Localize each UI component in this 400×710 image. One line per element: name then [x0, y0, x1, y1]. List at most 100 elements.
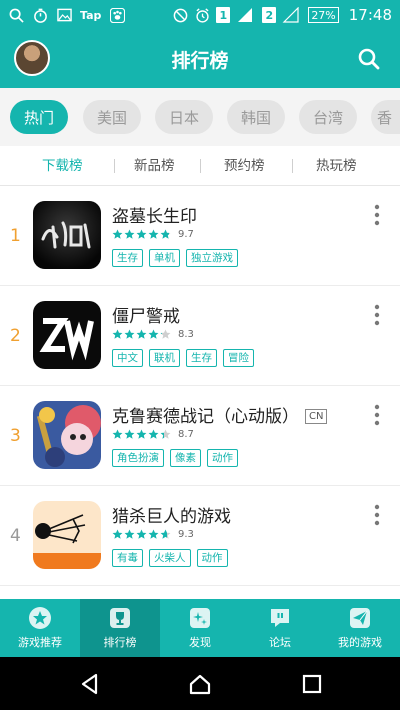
region-pill-korea[interactable]: 韩国: [227, 100, 285, 134]
nav-game-recommend[interactable]: 游戏推荐: [0, 599, 80, 657]
rank-number: 1: [10, 226, 21, 246]
tag[interactable]: 联机: [149, 349, 180, 367]
rating-stars: 8.3: [112, 329, 194, 340]
tab-divider: [200, 159, 201, 173]
tab-preorder[interactable]: 预约榜: [224, 146, 265, 186]
rating-stars: 8.7: [112, 429, 194, 440]
stopwatch-icon: [32, 7, 48, 23]
tag[interactable]: 火柴人: [149, 549, 191, 567]
nav-ranking[interactable]: 排行榜: [80, 599, 160, 657]
tag[interactable]: 有毒: [112, 549, 143, 567]
paw-icon: [109, 7, 125, 23]
image-icon: [56, 7, 72, 23]
tag[interactable]: 中文: [112, 349, 143, 367]
list-item[interactable]: 2 僵尸警戒 8.3 中文 联机 生存 冒险: [0, 286, 400, 386]
nav-label: 排行榜: [103, 636, 137, 649]
nav-my-games[interactable]: 我的游戏: [320, 599, 400, 657]
game-icon-giant-hunt: [33, 501, 101, 569]
star-icon: [112, 529, 123, 540]
app-header: 排行榜: [0, 30, 400, 88]
star-icon: [148, 329, 159, 340]
star-icon: [112, 329, 123, 340]
region-pill-taiwan[interactable]: 台湾: [299, 100, 357, 134]
tag[interactable]: 动作: [207, 449, 238, 467]
star-icon: [136, 529, 147, 540]
tab-downloads[interactable]: 下载榜: [42, 146, 83, 186]
list-item[interactable]: 1 盗墓长生印 9.7 生存 单机 独立游戏: [0, 186, 400, 286]
paper-plane-icon: [350, 608, 370, 628]
star-icon: [160, 329, 171, 340]
do-not-disturb-icon: [172, 7, 188, 23]
tab-new[interactable]: 新品榜: [134, 146, 175, 186]
region-pill-hot[interactable]: 热门: [10, 100, 68, 134]
signal-icon-1: [236, 7, 256, 23]
game-name: 克鲁赛德战记（心动版） CN: [112, 402, 328, 427]
more-options-button[interactable]: [372, 404, 382, 426]
star-icon: [112, 229, 123, 240]
star-icon: [136, 229, 147, 240]
more-options-button[interactable]: [372, 504, 382, 526]
recent-apps-button[interactable]: [300, 672, 324, 696]
game-name: 猎杀巨人的游戏: [112, 507, 231, 527]
tag[interactable]: 角色扮演: [112, 449, 164, 467]
tag[interactable]: 动作: [196, 549, 228, 567]
home-button[interactable]: [188, 672, 212, 696]
signal-icon-2: [282, 7, 302, 23]
search-status-icon: [8, 7, 24, 23]
tab-divider: [292, 159, 293, 173]
carrier-label: Tap: [80, 8, 102, 22]
back-triangle-icon: [81, 673, 98, 695]
nav-label: 论坛: [269, 636, 291, 649]
avatar[interactable]: [14, 40, 50, 76]
tag[interactable]: 冒险: [223, 349, 254, 367]
star-icon: [148, 529, 159, 540]
region-pill-japan[interactable]: 日本: [155, 100, 213, 134]
more-vertical-icon: [374, 404, 380, 426]
tag[interactable]: 单机: [149, 249, 180, 267]
star-icon: [124, 329, 135, 340]
rating-score: 9.7: [178, 229, 194, 240]
back-button[interactable]: [78, 672, 102, 696]
more-options-button[interactable]: [372, 304, 382, 326]
nav-label: 游戏推荐: [18, 636, 62, 649]
sparkle-icon: [190, 608, 210, 628]
bottom-navigation: 游戏推荐 排行榜 发现 论坛 我的游戏: [0, 599, 400, 657]
game-icon-zombie-watch: [33, 301, 101, 369]
star-icon: [136, 429, 147, 440]
nav-forum[interactable]: 论坛: [240, 599, 320, 657]
nav-discover[interactable]: 发现: [160, 599, 240, 657]
region-pill-hongkong[interactable]: 香: [371, 100, 400, 134]
game-name: 僵尸警戒: [112, 307, 180, 327]
alarm-icon: [194, 7, 210, 23]
list-item[interactable]: 3 克鲁赛德战记（心动版） CN 8.7 角色扮演 像素 动作: [0, 386, 400, 486]
nav-label: 我的游戏: [338, 636, 382, 649]
tab-hot-play[interactable]: 热玩榜: [316, 146, 357, 186]
game-icon-crusaders-quest: [33, 401, 101, 469]
tag[interactable]: 像素: [170, 449, 201, 467]
rank-number: 4: [10, 526, 21, 546]
star-icon: [124, 429, 135, 440]
rank-number: 2: [10, 326, 21, 346]
tag[interactable]: 生存: [112, 249, 143, 267]
tag[interactable]: 独立游戏: [186, 249, 238, 267]
tag-list: 生存 单机 独立游戏: [112, 249, 238, 267]
region-pill-us[interactable]: 美国: [83, 100, 141, 134]
tag-list: 有毒 火柴人 动作: [112, 549, 228, 567]
clock: 17:48: [348, 6, 392, 24]
star-icon: [148, 229, 159, 240]
star-icon: [160, 429, 171, 440]
star-icon: [136, 329, 147, 340]
rating-score: 8.3: [178, 329, 194, 340]
more-options-button[interactable]: [372, 204, 382, 226]
home-icon: [189, 674, 211, 695]
tab-divider: [114, 159, 115, 173]
list-item[interactable]: 4 猎杀巨人的游戏 9.3 有毒 火柴人 动作: [0, 486, 400, 586]
status-bar: Tap 1 2 27% 17:48: [0, 0, 400, 30]
more-vertical-icon: [374, 304, 380, 326]
search-button[interactable]: [356, 46, 382, 72]
star-icon: [148, 429, 159, 440]
system-navigation-bar: [0, 657, 400, 710]
square-icon: [302, 674, 322, 694]
star-icon: [124, 529, 135, 540]
tag[interactable]: 生存: [186, 349, 217, 367]
